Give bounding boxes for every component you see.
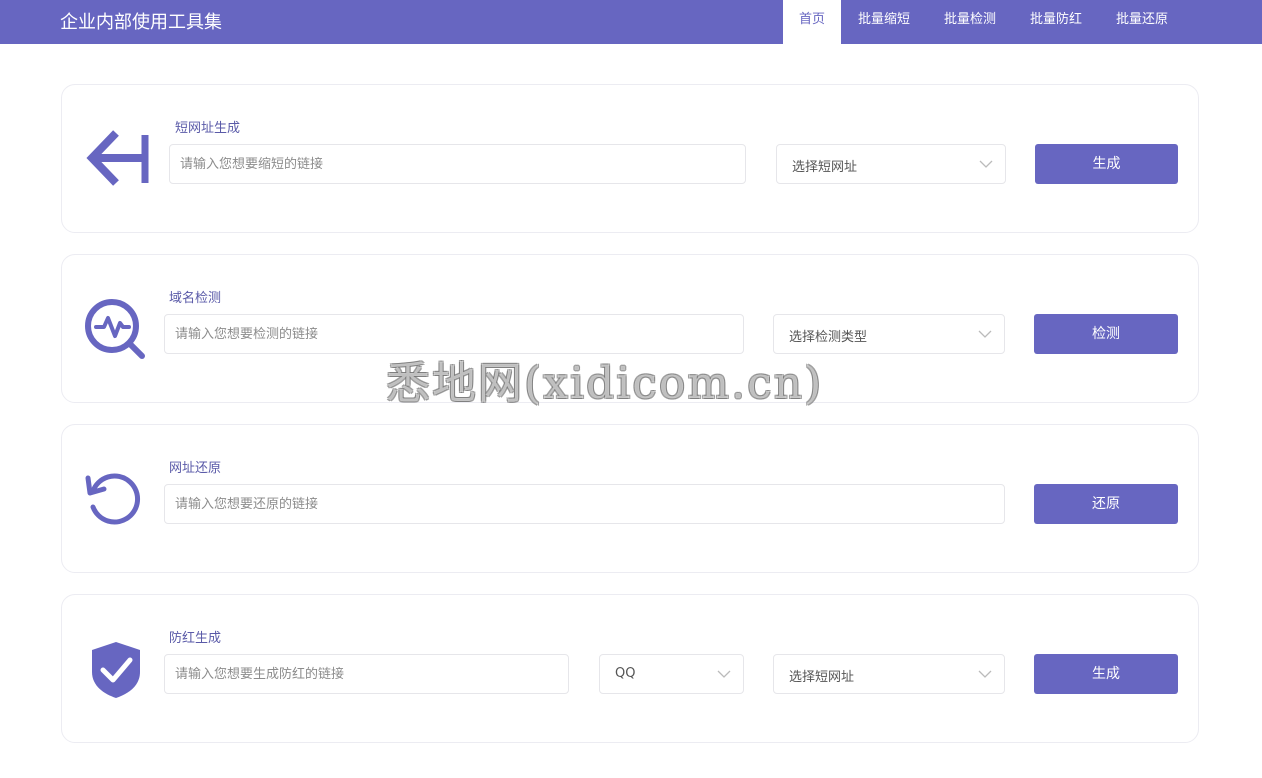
restore-url-field[interactable] — [164, 484, 1005, 524]
select-value: 选择短网址 — [792, 160, 858, 175]
url-restore-card: 网址还原 还原 — [61, 424, 1199, 573]
nav-batch-shorten[interactable]: 批量缩短 — [846, 0, 922, 44]
select-value: 选择短网址 — [789, 670, 855, 685]
card-title: 域名检测 — [169, 291, 222, 306]
card-title: 短网址生成 — [175, 121, 241, 136]
shorten-url-field[interactable] — [169, 144, 746, 184]
restore-url-input[interactable] — [165, 485, 1004, 523]
domain-check-card: 域名检测 选择检测类型 检测 — [61, 254, 1199, 403]
antiblock-card: 防红生成 QQ 选择短网址 生成 — [61, 594, 1199, 743]
card-title: 网址还原 — [169, 461, 222, 476]
nav-batch-check[interactable]: 批量检测 — [932, 0, 1008, 44]
chevron-down-icon — [979, 160, 993, 168]
shorten-card: 短网址生成 选择短网址 生成 — [61, 84, 1199, 233]
shortener-select[interactable]: 选择短网址 — [776, 144, 1006, 184]
chevron-down-icon — [717, 670, 731, 678]
shield-check-icon — [90, 640, 142, 700]
app-title: 企业内部使用工具集 — [60, 12, 222, 33]
top-navbar: 企业内部使用工具集 首页 批量缩短 批量检测 批量防红 批量还原 — [0, 0, 1262, 44]
select-value: 选择检测类型 — [789, 330, 868, 345]
generate-button[interactable]: 生成 — [1034, 654, 1178, 694]
nav-batch-antiblock[interactable]: 批量防红 — [1018, 0, 1094, 44]
platform-select[interactable]: QQ — [599, 654, 744, 694]
check-url-input[interactable] — [165, 315, 743, 353]
check-type-select[interactable]: 选择检测类型 — [773, 314, 1005, 354]
search-pulse-icon — [84, 298, 148, 362]
generate-button[interactable]: 生成 — [1035, 144, 1178, 184]
antiblock-url-input[interactable] — [165, 655, 568, 693]
chevron-down-icon — [978, 330, 992, 338]
nav-home[interactable]: 首页 — [783, 0, 841, 44]
shorten-url-input[interactable] — [170, 145, 745, 183]
antiblock-url-field[interactable] — [164, 654, 569, 694]
check-url-field[interactable] — [164, 314, 744, 354]
restore-icon — [84, 471, 144, 527]
select-value: QQ — [615, 666, 636, 681]
chevron-down-icon — [978, 670, 992, 678]
arrow-left-bar-icon — [86, 127, 152, 189]
card-title: 防红生成 — [169, 631, 222, 646]
nav-batch-restore[interactable]: 批量还原 — [1104, 0, 1180, 44]
restore-button[interactable]: 还原 — [1034, 484, 1178, 524]
check-button[interactable]: 检测 — [1034, 314, 1178, 354]
shortener-select[interactable]: 选择短网址 — [773, 654, 1005, 694]
